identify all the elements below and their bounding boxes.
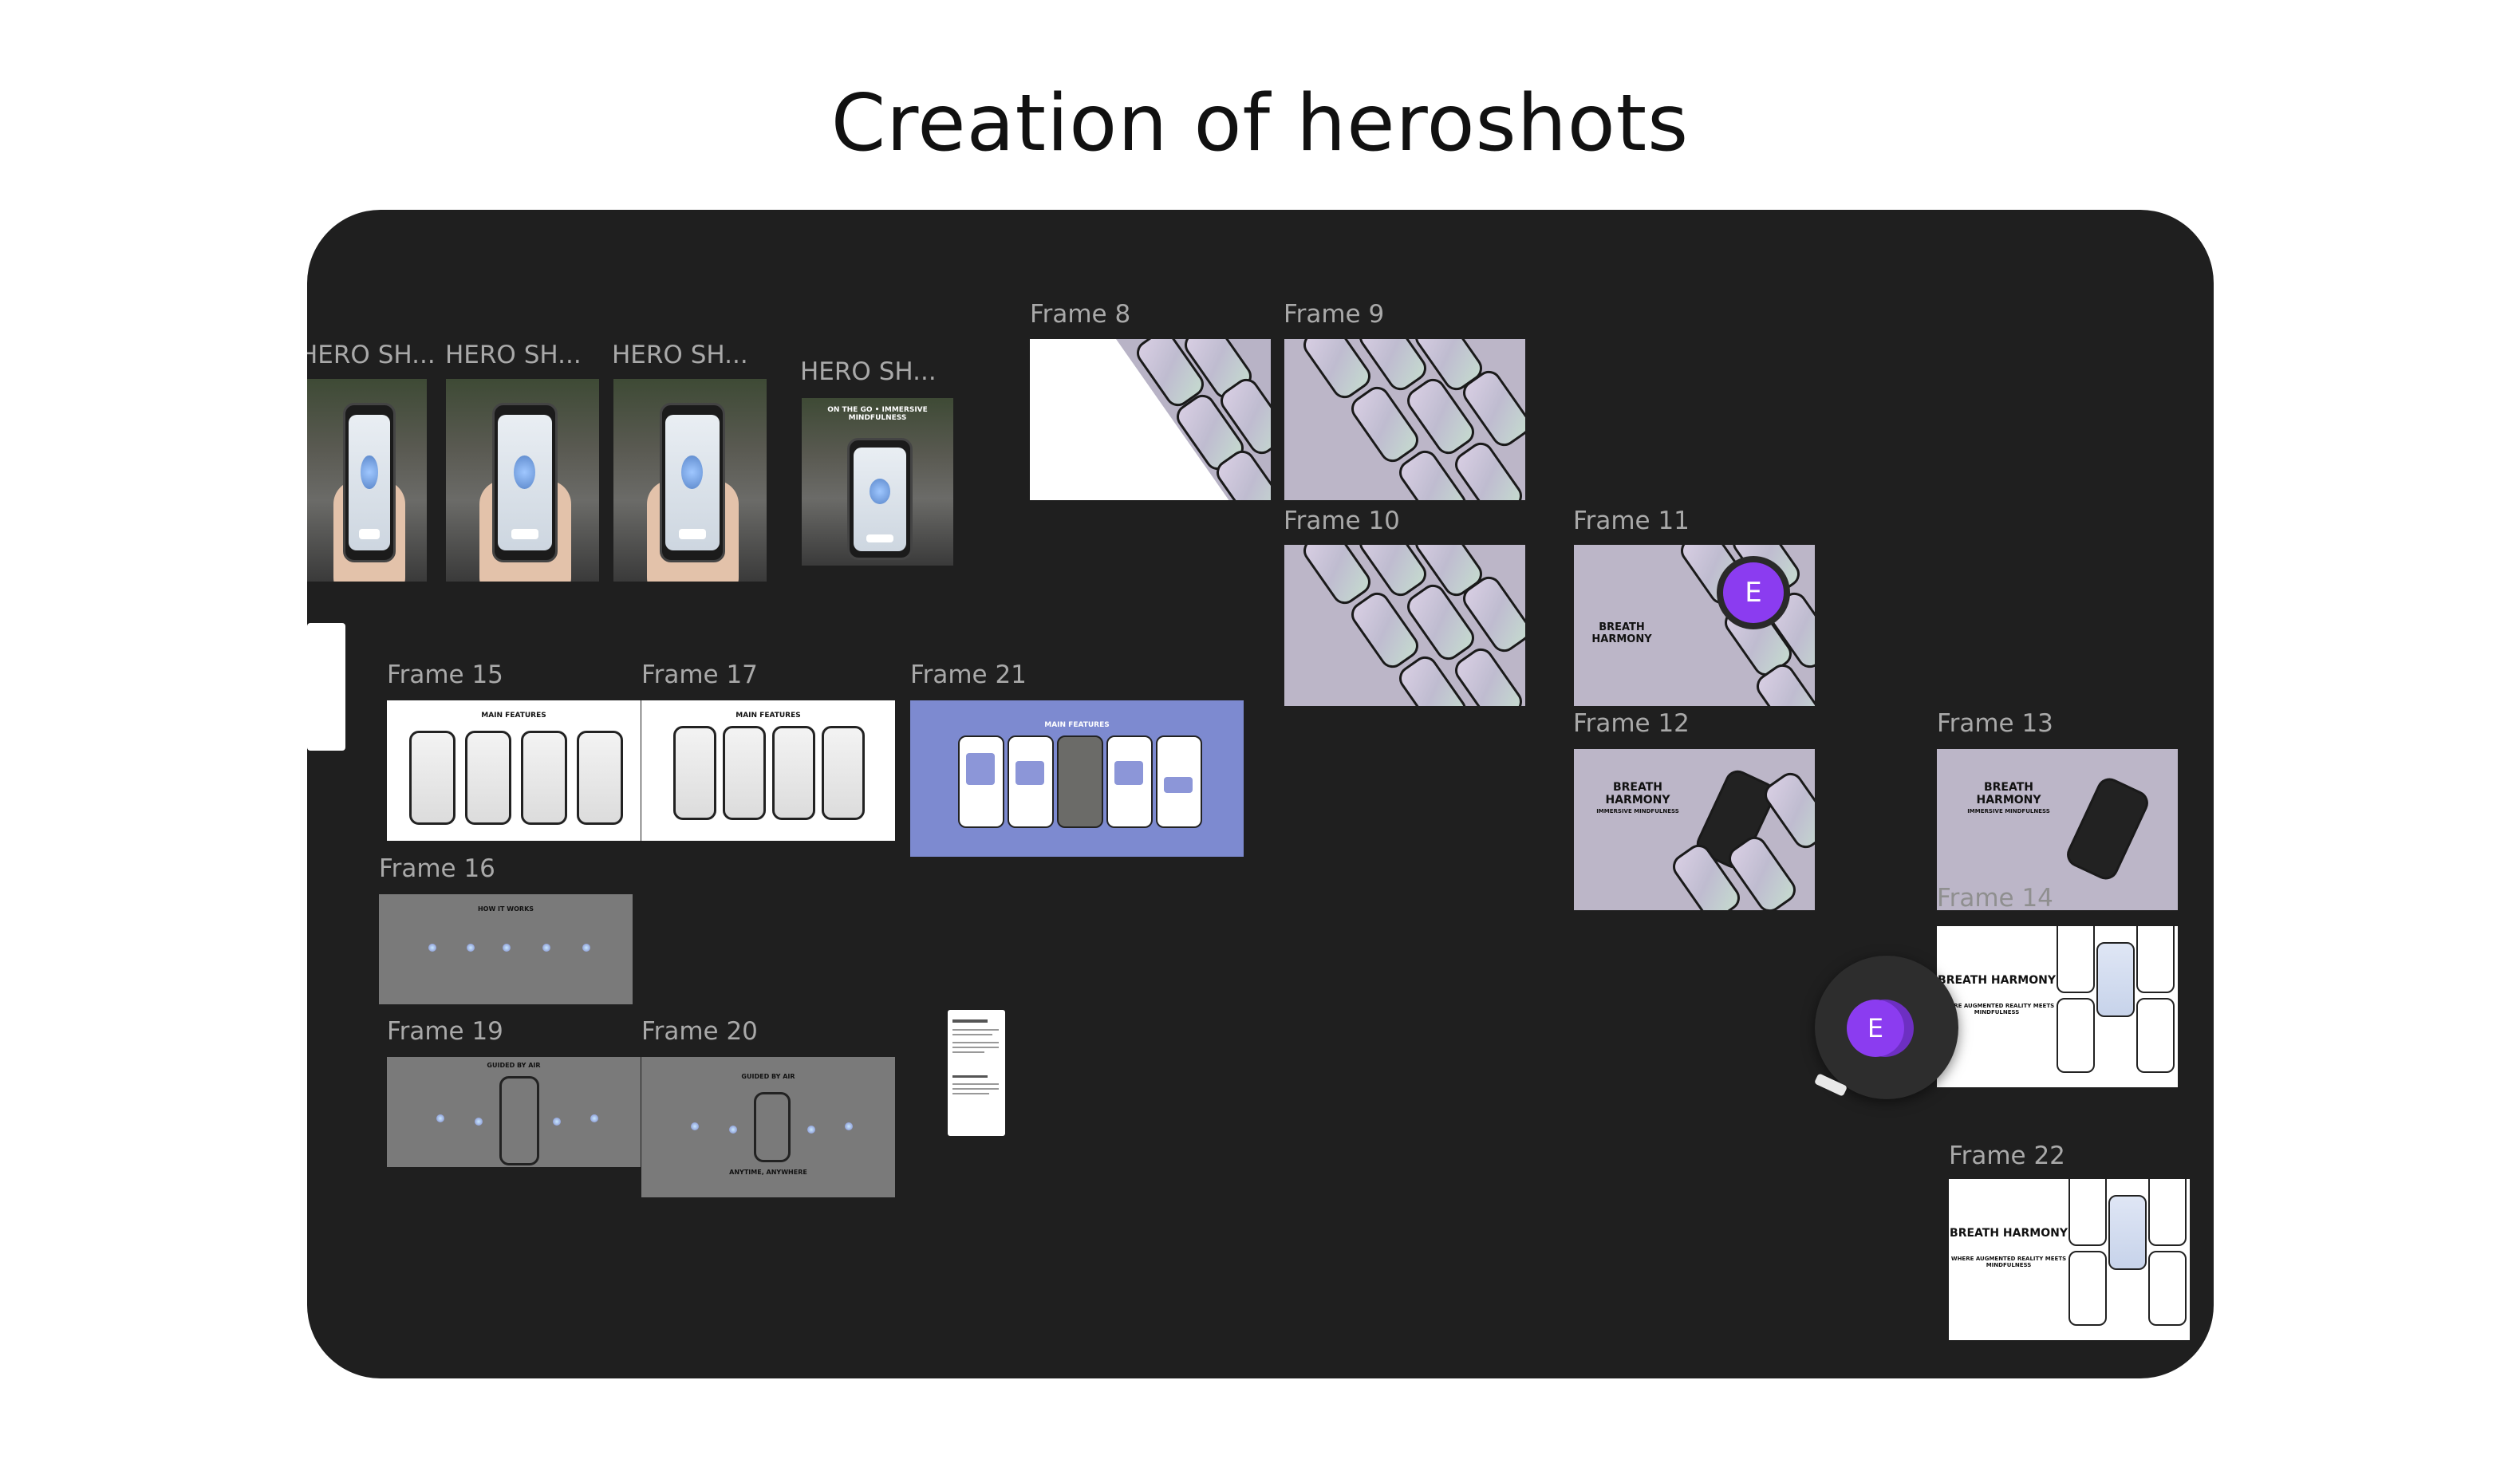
frame-hero-1[interactable] <box>307 379 427 582</box>
frame-label-22[interactable]: Frame 22 <box>1949 1142 2065 1170</box>
frame-19[interactable]: GUIDED BY AIR <box>387 1057 641 1167</box>
frame-label-10[interactable]: Frame 10 <box>1284 507 1400 535</box>
frame-hero-4[interactable]: ON THE GO • IMMERSIVE MINDFULNESS <box>802 398 953 566</box>
frame-17[interactable]: MAIN FEATURES <box>641 700 895 841</box>
frame-16[interactable]: HOW IT WORKS <box>379 894 633 1004</box>
frame-21-title: MAIN FEATURES <box>1044 721 1110 729</box>
frame-hero-2[interactable] <box>446 379 599 582</box>
frame-label-hero-4[interactable]: HERO SH... <box>800 357 937 386</box>
frame-label-11[interactable]: Frame 11 <box>1573 507 1690 535</box>
frame-label-14[interactable]: Frame 14 <box>1937 884 2053 913</box>
frame-15[interactable]: MAIN FEATURES <box>387 700 641 841</box>
frame-11-title: BREATH HARMONY <box>1591 621 1652 645</box>
design-canvas[interactable]: HERO SH... HERO SH... HERO SH... HERO SH… <box>307 210 2214 1378</box>
frame-13-subtitle: IMMERSIVE MINDFULNESS <box>1967 808 2050 814</box>
frame-label-9[interactable]: Frame 9 <box>1284 300 1384 329</box>
frame-19-title: GUIDED BY AIR <box>487 1062 541 1069</box>
frame-15-title: MAIN FEATURES <box>481 712 546 720</box>
mobile-doc-thumbnail[interactable] <box>307 623 345 751</box>
frame-11[interactable]: BREATH HARMONY <box>1574 545 1815 706</box>
frame-label-hero-3[interactable]: HERO SH... <box>612 341 748 369</box>
frame-13-title: BREATH HARMONY <box>1976 781 2041 806</box>
frame-14[interactable]: BREATH HARMONY WHERE AUGMENTED REALITY M… <box>1937 926 2178 1087</box>
frame-label-20[interactable]: Frame 20 <box>641 1017 758 1046</box>
frame-12-subtitle: IMMERSIVE MINDFULNESS <box>1596 808 1679 814</box>
frame-label-17[interactable]: Frame 17 <box>641 661 758 689</box>
frame-16-title: HOW IT WORKS <box>477 905 534 913</box>
frame-20[interactable]: GUIDED BY AIR ANYTIME, ANYWHERE <box>641 1057 895 1197</box>
frame-label-12[interactable]: Frame 12 <box>1573 709 1690 738</box>
frame-14-title: BREATH HARMONY <box>1938 974 2056 987</box>
collaborator-avatar[interactable]: E <box>1723 562 1784 623</box>
mobile-screen-thumbnail[interactable] <box>948 1010 1005 1136</box>
frame-12[interactable]: BREATH HARMONY IMMERSIVE MINDFULNESS <box>1574 749 1815 910</box>
frame-22[interactable]: BREATH HARMONY WHERE AUGMENTED REALITY M… <box>1949 1179 2190 1340</box>
frame-20-title: GUIDED BY AIR <box>741 1073 795 1080</box>
frame-label-21[interactable]: Frame 21 <box>910 661 1027 689</box>
frame-label-hero-1[interactable]: HERO SH... <box>307 341 436 369</box>
frame-label-16[interactable]: Frame 16 <box>379 854 495 883</box>
hero-caption: ON THE GO • IMMERSIVE MINDFULNESS <box>827 406 928 422</box>
frame-label-hero-2[interactable]: HERO SH... <box>445 341 582 369</box>
page-title: Creation of heroshots <box>830 78 1690 169</box>
frame-10[interactable] <box>1284 545 1525 706</box>
frame-20-subtitle: ANYTIME, ANYWHERE <box>729 1169 807 1176</box>
frame-17-title: MAIN FEATURES <box>735 712 801 720</box>
frame-label-8[interactable]: Frame 8 <box>1030 300 1130 329</box>
frame-12-title: BREATH HARMONY <box>1605 781 1670 806</box>
frame-22-title: BREATH HARMONY <box>1950 1227 2068 1240</box>
frame-label-15[interactable]: Frame 15 <box>387 661 503 689</box>
frame-22-subtitle: WHERE AUGMENTED REALITY MEETS MINDFULNES… <box>1950 1256 2067 1268</box>
frame-hero-3[interactable] <box>613 379 767 582</box>
frame-21[interactable]: MAIN FEATURES <box>910 700 1244 857</box>
frame-label-19[interactable]: Frame 19 <box>387 1017 503 1046</box>
collaborator-avatar-cursor[interactable]: E <box>1847 1000 1904 1057</box>
frame-label-13[interactable]: Frame 13 <box>1937 709 2053 738</box>
frame-8[interactable] <box>1030 339 1271 500</box>
frame-9[interactable] <box>1284 339 1525 500</box>
